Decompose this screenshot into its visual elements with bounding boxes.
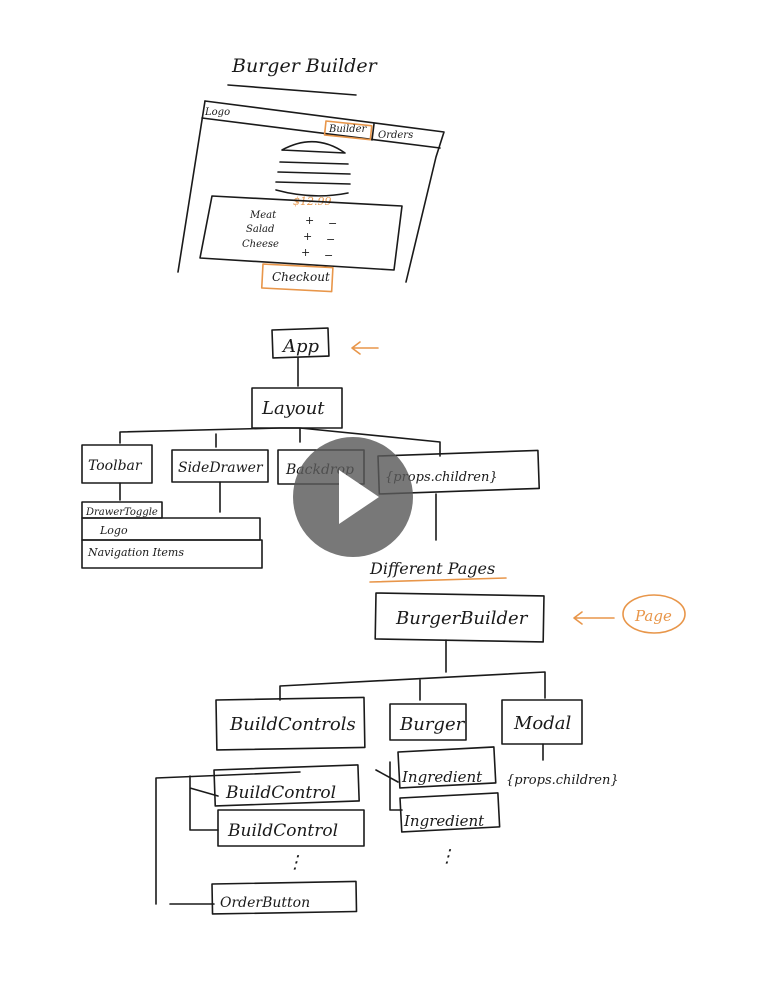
svg-text:+: +	[303, 230, 312, 243]
modal-label: Modal	[513, 713, 572, 734]
navigation-items-label: Navigation Items	[87, 546, 184, 559]
burgerbuilder-children-connectors	[279, 639, 546, 701]
video-play-button[interactable]	[293, 437, 413, 557]
modal-children-label: {props.children}	[506, 773, 619, 788]
mockup-nav-builder: Builder	[328, 124, 368, 135]
svg-text:−: −	[326, 233, 335, 246]
svg-text:Cheese: Cheese	[242, 239, 279, 250]
sidedrawer-label: SideDrawer	[178, 460, 264, 476]
different-pages-label: Different Pages	[369, 559, 495, 578]
svg-text:+: +	[305, 214, 314, 227]
buildcontrol-label-1: BuildControl	[225, 783, 336, 803]
svg-text:Salad: Salad	[246, 224, 274, 235]
toolbar-label: Toolbar	[88, 458, 143, 474]
svg-text:+: +	[301, 246, 310, 259]
mockup-logo: Logo	[204, 107, 230, 118]
toolbar-logo-label: Logo	[99, 524, 128, 537]
burger-sketch	[275, 140, 351, 197]
orderbutton-label: OrderButton	[220, 895, 310, 911]
app-label: App	[281, 336, 320, 357]
page-label: Page	[634, 607, 672, 625]
burger-label: Burger	[399, 714, 466, 735]
play-icon	[339, 470, 379, 524]
title-underline	[227, 84, 357, 96]
mockup-frame-left	[177, 100, 206, 273]
mockup-nav-orders: Orders	[378, 130, 413, 141]
app-arrow	[351, 341, 379, 355]
ingredient-label-2: Ingredient	[403, 812, 485, 830]
ingredient-ellipsis: ⋮	[438, 846, 456, 867]
svg-text:−: −	[328, 217, 337, 230]
buildcontrol-label-2: BuildControl	[227, 821, 338, 841]
burgerbuilder-label: BurgerBuilder	[395, 608, 529, 629]
mockup-checkout-label: Checkout	[272, 270, 330, 284]
leaf-connectors	[155, 743, 544, 905]
drawertoggle-label: DrawerToggle	[85, 507, 158, 518]
mockup-title: Burger Builder	[231, 55, 379, 77]
svg-text:Meat: Meat	[249, 210, 277, 221]
buildcontrols-label: BuildControls	[229, 714, 356, 735]
different-pages-underline	[369, 577, 507, 583]
mockup-control-rows: Meat + − Salad + − Cheese + −	[242, 210, 337, 262]
layout-label: Layout	[261, 398, 325, 419]
ingredient-label-1: Ingredient	[401, 768, 483, 786]
svg-text:−: −	[324, 249, 333, 262]
page-arrow	[573, 611, 615, 625]
buildcontrol-ellipsis: ⋮	[286, 852, 304, 873]
